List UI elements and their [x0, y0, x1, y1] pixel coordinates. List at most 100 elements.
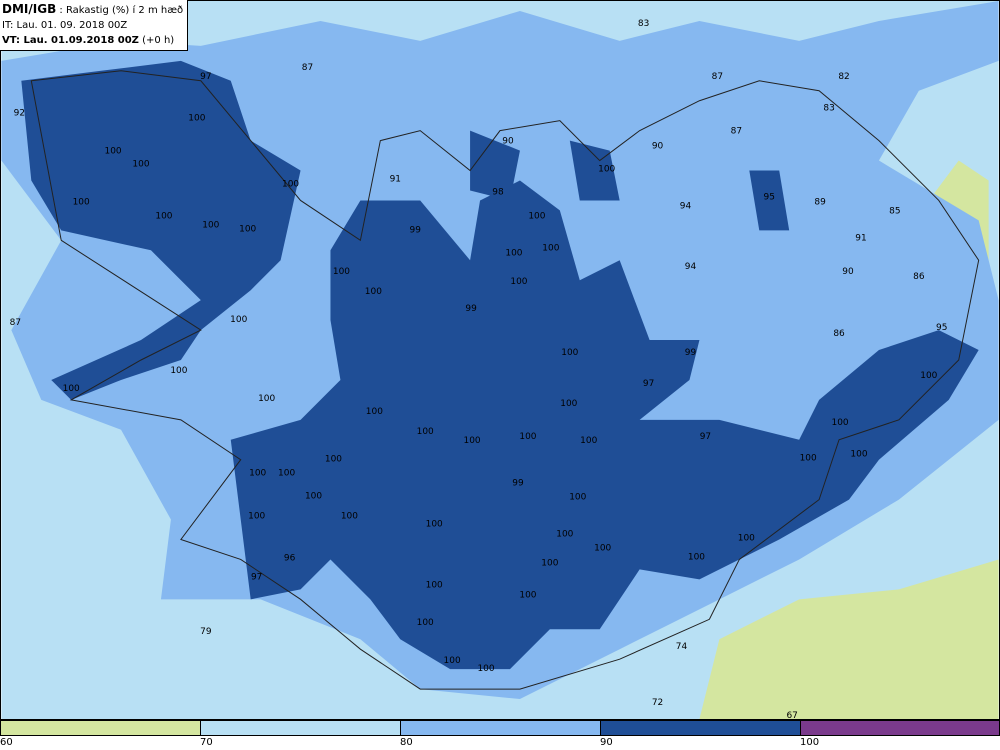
contour-label: 67: [786, 711, 797, 720]
legend-tick: 80: [400, 737, 413, 748]
contour-label: 100: [239, 224, 256, 234]
valid-time: VT: Lau. 01.09.2018 00Z: [2, 35, 139, 46]
contour-label: 86: [913, 272, 925, 282]
contour-label: 96: [284, 553, 296, 563]
contour-label: 100: [505, 248, 522, 258]
contour-label: 100: [738, 533, 755, 543]
contour-label: 100: [569, 493, 586, 503]
contour-label: 100: [800, 454, 817, 464]
contour-label: 100: [417, 618, 434, 628]
contour-label: 100: [831, 418, 848, 428]
contour-label: 100: [249, 469, 266, 479]
contour-label: 100: [541, 558, 558, 568]
contour-label: 95: [936, 323, 947, 333]
contour-label: 100: [519, 432, 536, 442]
contour-label: 99: [410, 225, 422, 235]
contour-label: 100: [561, 348, 578, 358]
map-title: : Rakastig (%) í 2 m hæð: [59, 5, 184, 16]
contour-label: 91: [390, 174, 401, 184]
color-legend: 60 70 80 90 100: [0, 720, 1000, 750]
contour-label: 100: [594, 543, 611, 553]
contour-label: 99: [685, 348, 697, 358]
contour-label: 100: [105, 147, 122, 157]
contour-label: 79: [200, 627, 212, 637]
contour-label: 82: [838, 72, 849, 82]
contour-label: 97: [700, 432, 711, 442]
contour-label: 100: [325, 455, 342, 465]
contour-label: 100: [305, 492, 322, 502]
contour-label: 100: [202, 220, 219, 230]
contour-label: 100: [132, 160, 149, 170]
contour-label: 90: [842, 267, 854, 277]
contour-label: 95: [764, 192, 775, 202]
contour-label: 100: [920, 371, 937, 381]
legend-bin: [400, 720, 601, 736]
initial-time: IT: Lau. 01. 09. 2018 00Z: [2, 20, 128, 31]
contour-label: 94: [680, 201, 692, 211]
contour-label: 100: [598, 165, 615, 175]
contour-label: 97: [200, 72, 211, 82]
contour-label: 100: [341, 512, 358, 522]
humidity-map: 83 87 97 87 82 92 100 83 87 90 90 100 100 100 91 100 98 9…: [0, 0, 1000, 720]
contour-label: 100: [510, 277, 527, 287]
legend-tick: 100: [800, 737, 820, 748]
contour-label: 87: [302, 63, 313, 73]
contour-label: 100: [477, 664, 494, 674]
contour-label: 100: [417, 427, 434, 437]
contour-label: 98: [492, 187, 504, 197]
contour-label: 100: [444, 656, 461, 666]
contour-label: 89: [814, 197, 826, 207]
contour-label: 87: [712, 72, 723, 82]
legend-bin: [200, 720, 401, 736]
contour-label: 100: [188, 114, 205, 124]
contour-label: 97: [251, 572, 262, 582]
contour-label: 87: [731, 127, 742, 137]
contour-label: 91: [855, 233, 866, 243]
contour-label: 100: [230, 315, 247, 325]
contour-label: 100: [580, 436, 597, 446]
contour-label: 100: [528, 211, 545, 221]
contour-label: 97: [643, 379, 654, 389]
contour-label: 86: [833, 329, 845, 339]
contour-label: 100: [464, 436, 481, 446]
contour-label: 100: [542, 243, 559, 253]
contour-label: 100: [560, 399, 577, 409]
map-info-box: DMI/IGB : Rakastig (%) í 2 m hæð IT: Lau…: [0, 0, 189, 51]
legend-tick: 90: [600, 737, 613, 748]
contour-label: 100: [170, 366, 187, 376]
contour-label: 100: [519, 590, 536, 600]
legend-bin: [0, 720, 201, 736]
contour-label: 100: [365, 287, 382, 297]
contour-label: 100: [73, 197, 90, 207]
contour-label: 100: [278, 469, 295, 479]
contour-label: 100: [333, 267, 350, 277]
legend-tick: 60: [0, 737, 13, 748]
contour-label: 74: [676, 642, 688, 652]
contour-label: 87: [10, 318, 21, 328]
contour-label: 100: [366, 407, 383, 417]
legend-bin: [800, 720, 1000, 736]
contour-label: 72: [652, 698, 663, 708]
contour-label: 100: [155, 211, 172, 221]
contour-label: 100: [426, 520, 443, 530]
contour-label: 94: [685, 262, 697, 272]
contour-label: 90: [502, 137, 514, 147]
contour-label: 100: [248, 512, 265, 522]
contour-label: 100: [63, 384, 80, 394]
source-label: DMI/IGB: [2, 2, 57, 16]
contour-label: 100: [426, 580, 443, 590]
legend-tick: 70: [200, 737, 213, 748]
contour-label: 100: [688, 552, 705, 562]
contour-label: 90: [652, 142, 664, 152]
contour-label: 99: [465, 304, 477, 314]
contour-label: 92: [14, 109, 25, 119]
contour-label: 83: [638, 19, 649, 29]
contour-label: 99: [512, 479, 524, 489]
valid-offset: (+0 h): [142, 35, 175, 46]
contour-label: 100: [282, 179, 299, 189]
contour-label: 100: [850, 450, 867, 460]
contour-label: 83: [823, 104, 834, 114]
contour-label: 100: [556, 530, 573, 540]
contour-label: 85: [889, 206, 900, 216]
contour-label: 100: [258, 394, 275, 404]
